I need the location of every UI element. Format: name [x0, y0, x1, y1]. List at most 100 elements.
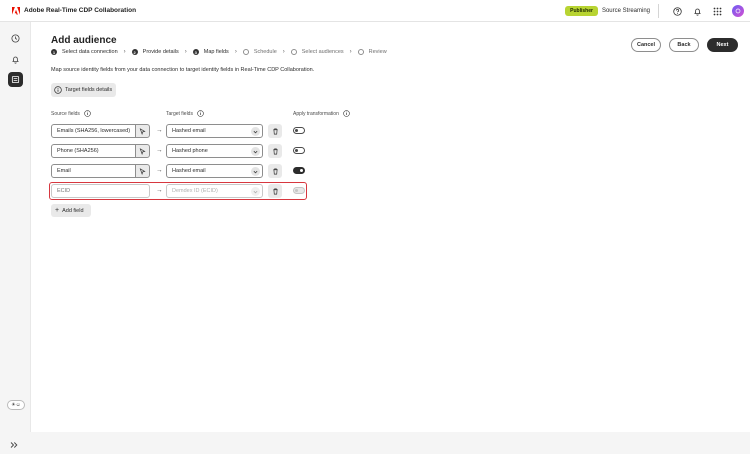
- arrow-right-icon: →: [156, 127, 163, 134]
- step-label: Schedule: [253, 49, 277, 55]
- source-picker-button[interactable]: [135, 144, 150, 158]
- role-badge: Publisher: [565, 6, 598, 16]
- info-icon[interactable]: [197, 110, 204, 117]
- back-button[interactable]: Back: [669, 38, 699, 52]
- target-fields-details-button[interactable]: Target fields details: [51, 83, 116, 97]
- source-field-input[interactable]: Emails (SHA256, lowercased): [51, 124, 136, 138]
- trash-icon: [272, 168, 278, 174]
- chevron-right-icon: ›: [123, 49, 126, 55]
- chevron-right-icon: ›: [184, 49, 187, 55]
- chevron-down-icon: [251, 187, 260, 196]
- source-fields-header: Source fields: [51, 110, 91, 117]
- mapping-row: → Demdex ID (ECID): [51, 184, 341, 198]
- source-field-input[interactable]: Email: [51, 164, 136, 178]
- step-pending-icon: [290, 49, 297, 55]
- toggle-knob: [295, 189, 298, 192]
- source-picker-button[interactable]: [135, 124, 150, 138]
- cursor-select-icon: [139, 127, 146, 135]
- toggle-knob: [300, 169, 303, 172]
- delete-mapping-button[interactable]: [268, 184, 282, 198]
- apps-grid-icon[interactable]: [710, 4, 724, 18]
- add-field-label: Add field: [62, 207, 84, 214]
- org-switcher[interactable]: Source Streaming: [602, 8, 650, 14]
- next-button[interactable]: Next: [707, 38, 738, 52]
- target-field-placeholder: Demdex ID (ECID): [172, 188, 218, 194]
- target-field-select[interactable]: Hashed email: [166, 124, 263, 138]
- step-pending-icon: [357, 49, 364, 55]
- delete-mapping-button[interactable]: [268, 144, 282, 158]
- transformation-toggle[interactable]: [293, 147, 305, 154]
- mapping-row: Phone (SHA256) → Hashed phone: [51, 144, 341, 158]
- mapping-row: Email → Hashed email: [51, 164, 341, 178]
- target-field-select[interactable]: Hashed email: [166, 164, 263, 178]
- arrow-right-icon: →: [156, 187, 163, 194]
- chevron-right-icon: ›: [234, 49, 237, 55]
- chevron-right-icon: ›: [349, 49, 352, 55]
- step-select-audiences[interactable]: Select audiences: [290, 49, 344, 55]
- target-field-value: Hashed email: [172, 168, 206, 174]
- apply-transformation-header: Apply transformation: [293, 110, 350, 117]
- source-field-input[interactable]: [51, 184, 150, 198]
- avatar[interactable]: [732, 5, 744, 17]
- bell-sidebar-icon[interactable]: [8, 52, 23, 67]
- cursor-select-icon: [139, 147, 146, 155]
- transformation-toggle[interactable]: [293, 167, 305, 174]
- step-map-fields[interactable]: 3 Map fields: [192, 49, 229, 55]
- trash-icon: [272, 148, 278, 154]
- cursor-select-icon: [139, 167, 146, 175]
- source-picker-button[interactable]: [135, 164, 150, 178]
- info-icon[interactable]: [84, 110, 91, 117]
- chevron-right-icon: ›: [282, 49, 285, 55]
- expand-sidebar-icon[interactable]: [10, 436, 18, 454]
- adobe-logo-icon: [12, 6, 20, 15]
- help-icon[interactable]: [670, 4, 684, 18]
- trash-icon: [272, 128, 278, 134]
- step-number: 1: [51, 49, 57, 55]
- cancel-button[interactable]: Cancel: [631, 38, 661, 52]
- chevron-down-icon: [251, 167, 260, 176]
- feedback-emoji-icon[interactable]: ☀☺: [7, 400, 25, 410]
- chevron-down-icon: [251, 147, 260, 156]
- top-bar: Adobe Real-Time CDP Collaboration Publis…: [0, 0, 750, 22]
- step-label: Provide details: [142, 49, 179, 55]
- divider: [658, 4, 659, 18]
- step-label: Select audiences: [301, 49, 344, 55]
- target-field-select[interactable]: Demdex ID (ECID): [166, 184, 263, 198]
- target-fields-header: Target fields: [166, 110, 204, 117]
- step-review[interactable]: Review: [357, 49, 387, 55]
- delete-mapping-button[interactable]: [268, 124, 282, 138]
- source-field-input[interactable]: Phone (SHA256): [51, 144, 136, 158]
- page-title: Add audience: [51, 35, 117, 46]
- target-field-value: Hashed phone: [172, 148, 208, 154]
- step-label: Map fields: [203, 49, 229, 55]
- column-label: Apply transformation: [293, 110, 339, 117]
- column-label: Source fields: [51, 110, 80, 117]
- transformation-toggle[interactable]: [293, 187, 305, 194]
- step-pending-icon: [242, 49, 249, 55]
- details-button-label: Target fields details: [65, 87, 113, 93]
- step-schedule[interactable]: Schedule: [242, 49, 277, 55]
- info-icon[interactable]: [343, 110, 350, 117]
- step-provide-details[interactable]: 2 Provide details: [131, 49, 179, 55]
- audiences-icon[interactable]: [8, 72, 23, 87]
- arrow-right-icon: →: [156, 147, 163, 154]
- add-field-button[interactable]: + Add field: [51, 204, 91, 217]
- target-field-select[interactable]: Hashed phone: [166, 144, 263, 158]
- arrow-right-icon: →: [156, 167, 163, 174]
- page-description: Map source identity fields from your dat…: [51, 67, 315, 73]
- toggle-knob: [295, 149, 298, 152]
- step-select-data-connection[interactable]: 1 Select data connection: [51, 49, 118, 55]
- toggle-knob: [295, 129, 298, 132]
- step-label: Select data connection: [62, 49, 118, 55]
- stepper: 1 Select data connection › 2 Provide det…: [51, 48, 387, 56]
- step-number: 2: [131, 49, 138, 55]
- history-icon[interactable]: [8, 31, 23, 46]
- chevron-down-icon: [251, 127, 260, 136]
- app-title: Adobe Real-Time CDP Collaboration: [24, 7, 137, 14]
- mapping-row: Emails (SHA256, lowercased) → Hashed ema…: [51, 124, 341, 138]
- delete-mapping-button[interactable]: [268, 164, 282, 178]
- transformation-toggle[interactable]: [293, 127, 305, 134]
- bell-icon[interactable]: [690, 4, 704, 18]
- trash-icon: [272, 188, 278, 194]
- column-label: Target fields: [166, 110, 193, 117]
